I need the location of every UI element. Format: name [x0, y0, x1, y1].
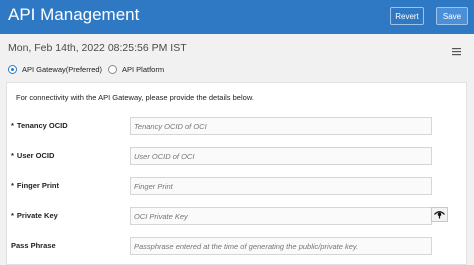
revert-button[interactable]: Revert [390, 7, 424, 25]
pass-phrase-label: Pass Phrase [11, 241, 56, 250]
save-button[interactable]: Save [436, 7, 468, 25]
header-bar: API Management Revert Save [0, 0, 474, 34]
private-key-input[interactable] [130, 207, 432, 225]
datetime-text: Mon, Feb 14th, 2022 08:25:56 PM IST [8, 42, 187, 54]
radio-button[interactable] [108, 64, 117, 74]
radio-label: API Gateway(Preferred) [22, 64, 103, 74]
tenancy-ocid-label: * Tenancy OCID [11, 121, 68, 130]
user-ocid-label: * User OCID [11, 151, 55, 160]
finger-print-label: * Finger Print [11, 181, 60, 190]
finger-print-input[interactable] [130, 177, 432, 195]
eye-icon[interactable] [431, 207, 448, 222]
private-key-label: * Private Key [11, 211, 58, 220]
radio-button[interactable] [8, 64, 17, 74]
radio-label: API Platform [122, 64, 165, 74]
required-marker: * [11, 211, 14, 220]
required-marker: * [11, 181, 14, 190]
required-marker: * [11, 121, 14, 130]
required-marker: * [11, 151, 14, 160]
connection-form-panel: For connectivity with the API Gateway, p… [6, 82, 467, 265]
radio-api-gateway[interactable]: API Gateway(Preferred) [8, 63, 102, 75]
tenancy-ocid-input[interactable] [130, 117, 432, 135]
radio-api-platform[interactable]: API Platform [108, 63, 164, 75]
page-title: API Management [8, 5, 140, 24]
hamburger-menu-icon[interactable] [452, 43, 461, 56]
user-ocid-input[interactable] [130, 147, 432, 165]
pass-phrase-input[interactable] [130, 237, 432, 255]
form-intro-text: For connectivity with the API Gateway, p… [16, 93, 254, 102]
